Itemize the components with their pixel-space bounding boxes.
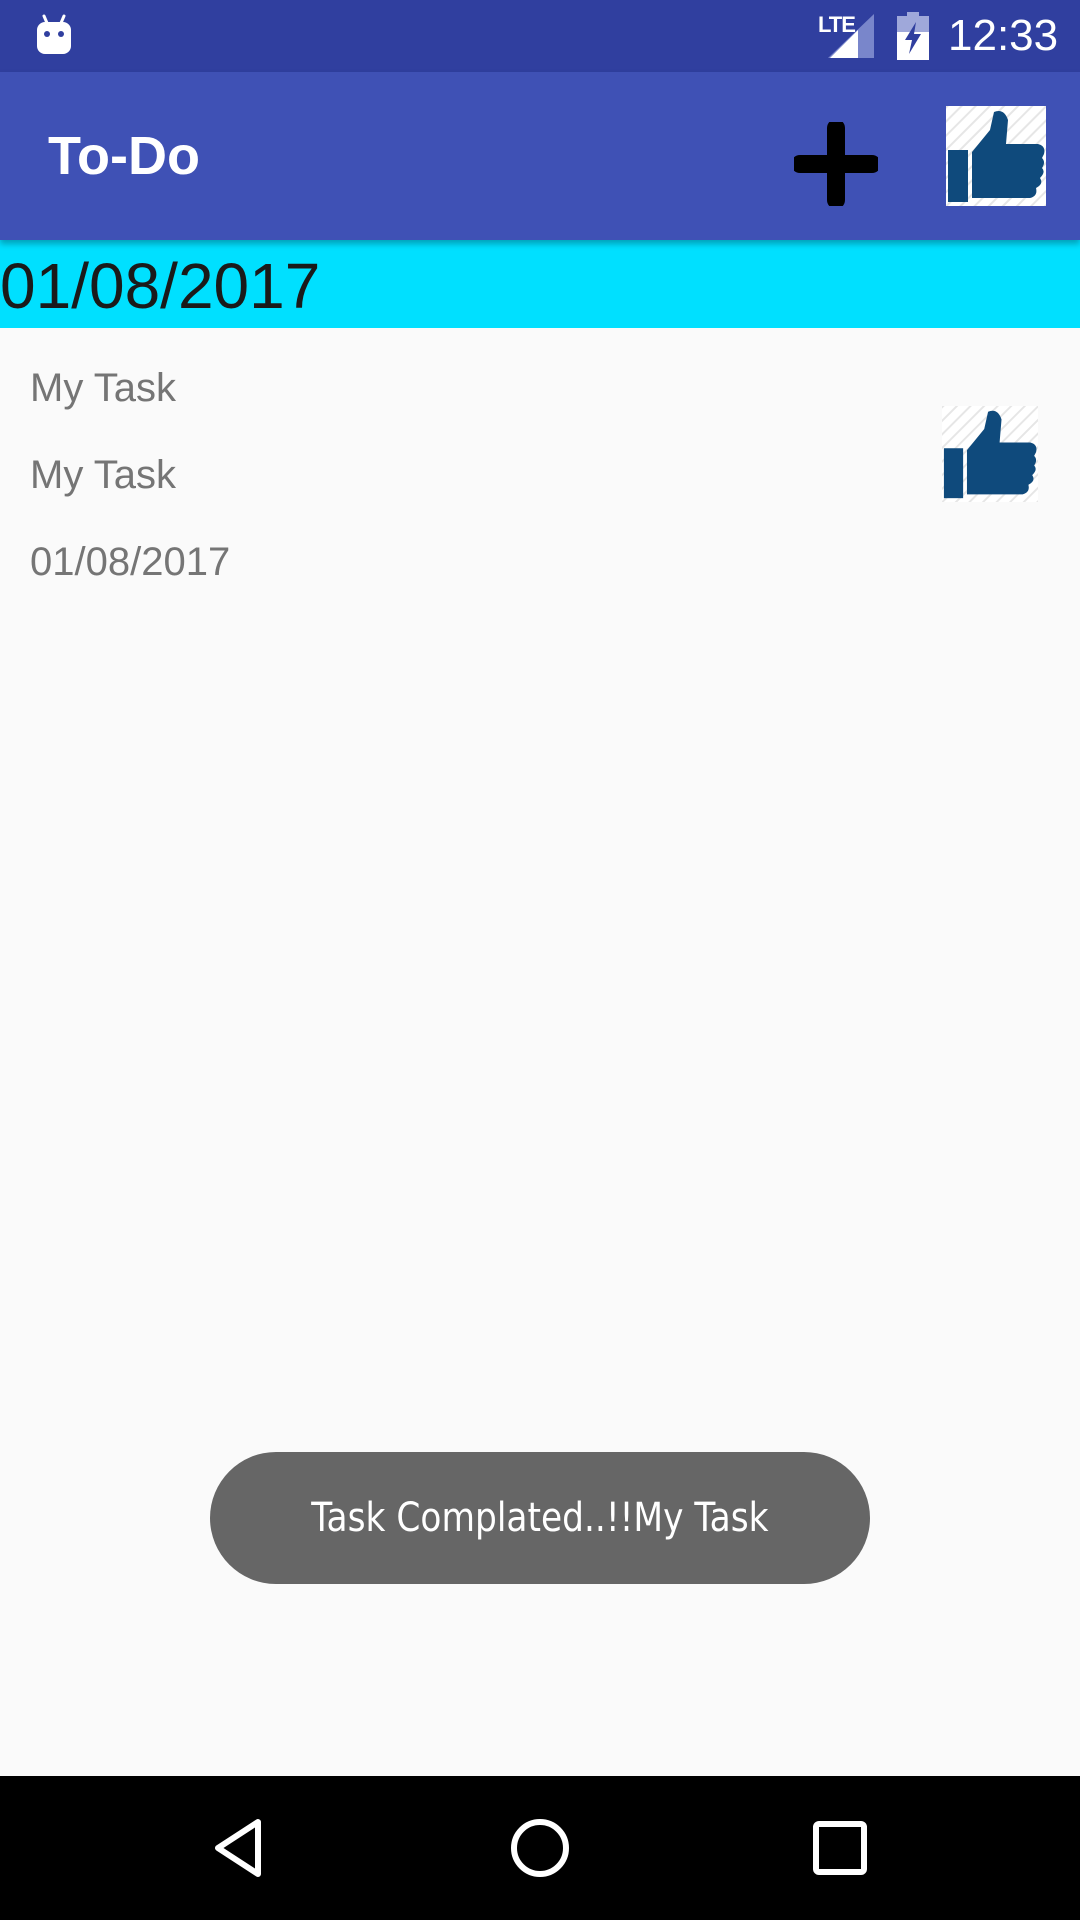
add-task-button[interactable] — [782, 110, 890, 218]
back-icon — [215, 1819, 261, 1877]
status-bar: LTE 12:33 — [0, 0, 1080, 72]
battery-charging-icon — [897, 12, 929, 60]
thumbs-up-icon — [946, 106, 1046, 206]
android-icon — [37, 14, 71, 54]
clock: 12:33 — [948, 11, 1059, 60]
section-date: 01/08/2017 — [0, 250, 321, 322]
screen: LTE 12:33 To-Do 01/08/2017 My Task My Ta… — [0, 0, 1080, 1920]
task-title: My Task — [30, 366, 176, 410]
task-description: My Task — [30, 453, 176, 497]
completed-tasks-button[interactable] — [946, 106, 1046, 206]
recents-button[interactable] — [804, 1812, 876, 1884]
navigation-bar — [0, 1776, 1080, 1920]
back-button[interactable] — [204, 1812, 276, 1884]
add-icon — [794, 122, 878, 206]
date-section-header: 01/08/2017 — [0, 240, 1080, 328]
app-title: To-Do — [48, 126, 200, 186]
home-icon — [511, 1819, 569, 1877]
signal-icon — [828, 14, 874, 58]
task-date: 01/08/2017 — [30, 540, 231, 584]
app-toolbar: To-Do — [0, 72, 1080, 240]
thumbs-up-icon — [942, 406, 1038, 502]
task-list-item[interactable]: My Task My Task 01/08/2017 — [0, 328, 1080, 598]
home-button[interactable] — [504, 1812, 576, 1884]
toast-text: Task Complated..!!My Task — [311, 1495, 769, 1541]
toast-message: Task Complated..!!My Task — [210, 1452, 870, 1584]
recents-icon — [813, 1821, 867, 1875]
complete-task-button[interactable] — [942, 406, 1038, 502]
